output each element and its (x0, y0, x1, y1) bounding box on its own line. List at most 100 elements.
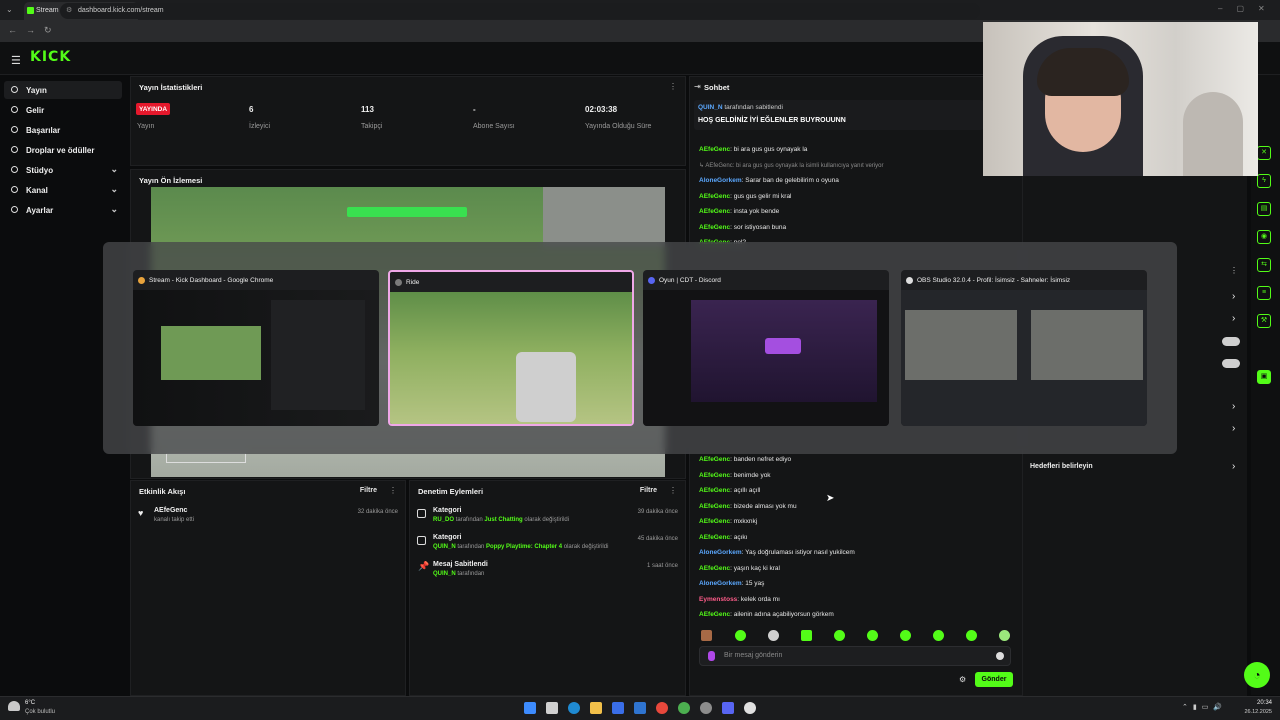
sidebar-item-kanal[interactable]: Kanal ⌄ (4, 181, 122, 199)
chat-username[interactable]: AloneGorkem (699, 580, 742, 587)
chat-username[interactable]: AEfeGenc (699, 534, 730, 541)
link-icon[interactable]: ⇆ (1257, 258, 1271, 272)
action-mid: tarafından (457, 544, 485, 550)
emote-icon[interactable] (834, 630, 845, 641)
chat-username[interactable]: AEfeGenc (699, 487, 730, 494)
filter-button[interactable]: Filtre (360, 487, 377, 494)
chat-collapse-icon[interactable]: ⇥ (694, 82, 701, 91)
mail-icon[interactable] (634, 702, 646, 714)
emote-icon[interactable] (867, 630, 878, 641)
emote-icon[interactable] (801, 630, 812, 641)
emote-icon[interactable] (999, 630, 1010, 641)
send-button[interactable]: Gönder (975, 672, 1013, 687)
document-icon[interactable]: ▤ (1257, 202, 1271, 216)
chat-username[interactable]: AEfeGenc (699, 518, 730, 525)
chat-username[interactable]: AEfeGenc (699, 146, 730, 153)
more-options-icon[interactable]: ⋮ (669, 486, 677, 495)
emoji-icon[interactable] (996, 652, 1004, 660)
chat-input[interactable]: Bir mesaj gönderin (699, 646, 1011, 666)
chat-bubble-icon[interactable]: ◉ (1257, 230, 1271, 244)
tool-icon[interactable]: ✕ (1257, 146, 1271, 160)
chat-message: AloneGorkem: Sarar ban de gelebilirim o … (699, 177, 839, 184)
chat-username[interactable]: AEfeGenc (699, 193, 730, 200)
chat-text: bizede alması yok mu (733, 502, 797, 510)
sidebar-item-studyo[interactable]: Stüdyo ⌄ (4, 161, 122, 179)
stack-icon[interactable]: ≡ (1257, 286, 1271, 300)
chat-username[interactable]: AEfeGenc (699, 472, 730, 479)
sidebar-item-droplar[interactable]: Droplar ve ödüller (4, 141, 122, 159)
kick-logo[interactable]: KICK (30, 49, 71, 65)
more-options-icon[interactable]: ⋮ (1230, 266, 1238, 275)
more-options-icon[interactable]: ⋮ (389, 486, 397, 495)
chat-username[interactable]: AEfeGenc (699, 503, 730, 510)
wrench-icon[interactable]: ⚒ (1257, 314, 1271, 328)
switcher-window-discord[interactable]: Oyun | CDT - Discord (643, 270, 889, 426)
sidebar-item-basarilar[interactable]: Başarılar (4, 121, 122, 139)
chat-settings-icon[interactable]: ⚙ (959, 675, 966, 684)
more-options-icon[interactable]: ⋮ (669, 82, 677, 91)
chat-message: AloneGorkem: 15 yaş (699, 580, 764, 587)
window-controls[interactable]: –▢✕ (1218, 4, 1279, 13)
sidebar-item-gelir[interactable]: Gelir (4, 101, 122, 119)
reload-icon[interactable]: ↻ (44, 25, 52, 36)
clock-time: 20:34 (1256, 700, 1272, 706)
chrome-icon[interactable] (656, 702, 668, 714)
switcher-window-chrome[interactable]: Stream - Kick Dashboard - Google Chrome (133, 270, 379, 426)
toggle-switch[interactable] (1222, 337, 1240, 346)
chat-username[interactable]: AloneGorkem (699, 549, 742, 556)
microphone-icon[interactable] (708, 651, 715, 661)
chat-username[interactable]: AEfeGenc (699, 456, 730, 463)
emote-icon[interactable] (768, 630, 779, 641)
chat-username[interactable]: AEfeGenc (699, 208, 730, 215)
chat-username[interactable]: AEfeGenc (699, 565, 730, 572)
game-hud-box (166, 453, 246, 463)
switcher-window-ride[interactable]: Ride (388, 270, 634, 426)
system-tray-icons[interactable]: ⌃▮▭🔊 (1182, 703, 1227, 711)
set-goals-link[interactable]: Hedefleri belirleyin (1030, 463, 1093, 470)
obs-icon[interactable] (700, 702, 712, 714)
chat-username[interactable]: Eymenstoss (699, 596, 737, 603)
chat-username[interactable]: AEfeGenc (699, 611, 730, 618)
action-user[interactable]: QUIN_N (433, 544, 456, 550)
app-icon[interactable] (744, 702, 756, 714)
task-view-icon[interactable] (546, 702, 558, 714)
moderation-action: Kategori RU_DO tarafından Just Chatting … (417, 507, 680, 523)
edge-icon[interactable] (568, 702, 580, 714)
toggle-switch[interactable] (1222, 359, 1240, 368)
chevron-right-icon[interactable]: › (1232, 461, 1235, 472)
emote-icon[interactable] (735, 630, 746, 641)
active-tool-icon[interactable]: ▣ (1257, 370, 1271, 384)
store-icon[interactable] (612, 702, 624, 714)
sidebar-item-ayarlar[interactable]: Ayarlar ⌄ (4, 201, 122, 219)
file-explorer-icon[interactable] (590, 702, 602, 714)
back-icon[interactable]: ← (8, 25, 17, 35)
menu-icon[interactable]: ☰ (11, 54, 21, 67)
discord-icon[interactable] (722, 702, 734, 714)
chevron-right-icon[interactable]: › (1232, 423, 1235, 434)
chat-username[interactable]: AloneGorkem (699, 177, 742, 184)
chevron-right-icon[interactable]: › (1232, 291, 1235, 302)
emote-icon[interactable] (701, 630, 712, 641)
chevron-right-icon[interactable]: › (1232, 313, 1235, 324)
chat-username[interactable]: AEfeGenc (699, 224, 730, 231)
uptime-label: Yayında Olduğu Süre (585, 123, 652, 130)
start-icon[interactable] (524, 702, 536, 714)
emote-icon[interactable] (933, 630, 944, 641)
sidebar-item-label: Ayarlar (26, 206, 54, 215)
chrome-profile-icon[interactable] (678, 702, 690, 714)
tab-list-chevron-icon[interactable]: ⌄ (6, 5, 13, 14)
action-user[interactable]: QUIN_N (433, 571, 456, 577)
broadcast-icon (11, 86, 18, 93)
help-chat-icon[interactable]: ◔ (1244, 662, 1270, 688)
forward-icon[interactable]: → (26, 25, 35, 35)
site-info-icon[interactable]: ⚙ (66, 6, 72, 14)
chevron-right-icon[interactable]: › (1232, 401, 1235, 412)
filter-button[interactable]: Filtre (640, 487, 657, 494)
switcher-window-obs[interactable]: OBS Studio 32.0.4 - Profil: İsimsiz - Sa… (901, 270, 1147, 426)
url-field[interactable]: ⚙ dashboard.kick.com/stream (60, 3, 980, 19)
emote-icon[interactable] (900, 630, 911, 641)
emote-icon[interactable] (966, 630, 977, 641)
sidebar-item-yayin[interactable]: Yayın (4, 81, 122, 99)
lightning-icon[interactable]: ϟ (1257, 174, 1271, 188)
action-user[interactable]: RU_DO (433, 517, 454, 523)
